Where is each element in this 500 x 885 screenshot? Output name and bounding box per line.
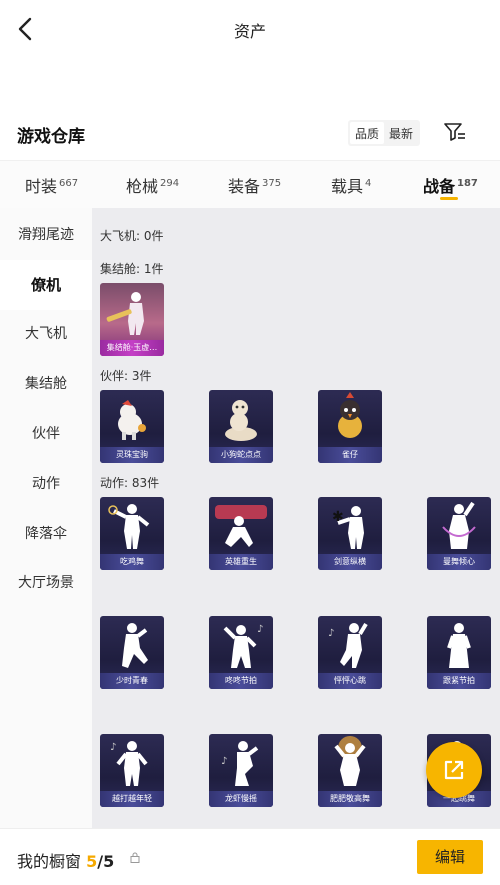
tab-vehicles[interactable]: 载具 4 bbox=[331, 173, 371, 197]
item-card[interactable]: ✱ 剑意纵横 bbox=[318, 497, 382, 570]
tab-label: 枪械 bbox=[126, 177, 159, 196]
item-card[interactable]: ♪ 咚咚节拍 bbox=[209, 616, 273, 689]
svg-text:♪: ♪ bbox=[110, 742, 116, 753]
dancer-figure-icon: ✱ bbox=[332, 506, 364, 549]
section-title-partner: 伙伴: 3件 bbox=[100, 369, 152, 383]
tab-count: 667 bbox=[59, 178, 79, 189]
item-card[interactable]: 集结舱·玉虚… bbox=[100, 283, 164, 356]
item-card[interactable]: 跟紧节拍 bbox=[427, 616, 491, 689]
item-card-label: 肥肥敬高舞 bbox=[318, 791, 382, 807]
svg-text:♪: ♪ bbox=[257, 624, 263, 635]
dancer-figure-icon: ♪ bbox=[223, 624, 263, 668]
svg-text:♪: ♪ bbox=[328, 628, 334, 639]
item-card[interactable]: 雀仔 bbox=[318, 390, 382, 463]
showcase-label: 我的橱窗 5/5 bbox=[17, 848, 114, 872]
sidebar-item-partner[interactable]: 伙伴 bbox=[0, 409, 92, 459]
sidebar-item-big-plane[interactable]: 大飞机 bbox=[0, 309, 92, 359]
tab-count: 375 bbox=[262, 178, 282, 189]
sidebar-item-capsule[interactable]: 集结舱 bbox=[0, 359, 92, 409]
category-tabs: 时装 667 枪械 294 装备 375 载具 4 战备 187 bbox=[0, 160, 500, 208]
sidebar-item-wingman[interactable]: 僚机 bbox=[0, 260, 92, 310]
share-fab-button[interactable] bbox=[426, 742, 482, 798]
dancer-figure-icon bbox=[442, 501, 476, 549]
showcase-count-current: 5 bbox=[86, 852, 98, 871]
dancer-figure-icon: ♪ bbox=[328, 622, 368, 668]
sidebar-item-lobby-scene[interactable]: 大厅场景 bbox=[0, 558, 92, 608]
dancer-figure-icon bbox=[108, 504, 150, 549]
warehouse-header: 游戏仓库 品质 最新 bbox=[0, 118, 500, 152]
item-card-label: 越打越年轻 bbox=[100, 791, 164, 807]
item-card-label: 灵珠宝驹 bbox=[100, 447, 164, 463]
item-card-label: 吃鸡舞 bbox=[100, 554, 164, 570]
item-card[interactable]: ♪ 龙虾慢摇 bbox=[209, 734, 273, 807]
item-grid-panel: 大飞机: 0件 集结舱: 1件 集结舱·玉虚… 伙伴: 3件 灵珠宝驹 小狗蛇点… bbox=[92, 208, 500, 828]
item-card[interactable]: 灵珠宝驹 bbox=[100, 390, 164, 463]
warehouse-title: 游戏仓库 bbox=[17, 127, 85, 147]
tab-combat-gear[interactable]: 战备 187 bbox=[423, 173, 478, 197]
dancer-figure-icon bbox=[215, 505, 267, 547]
dancer-figure-icon bbox=[334, 736, 366, 786]
item-card-label: 雀仔 bbox=[318, 447, 382, 463]
item-card-label: 少时青春 bbox=[100, 673, 164, 689]
dancer-figure-icon: ♪ bbox=[221, 741, 259, 786]
item-card-label: 集结舱·玉虚… bbox=[100, 340, 164, 356]
item-card-label: 曼舞倾心 bbox=[427, 554, 491, 570]
svg-text:✱: ✱ bbox=[332, 509, 344, 525]
tab-count: 294 bbox=[160, 178, 180, 189]
tab-weapons[interactable]: 枪械 294 bbox=[126, 173, 179, 197]
item-card[interactable]: 曼舞倾心 bbox=[427, 497, 491, 570]
bird-partner-icon bbox=[338, 392, 362, 438]
item-card-label: 咚咚节拍 bbox=[209, 673, 273, 689]
item-card-label: 龙虾慢摇 bbox=[209, 791, 273, 807]
dancer-figure-icon bbox=[122, 623, 148, 668]
horse-partner-icon bbox=[118, 400, 146, 440]
tab-label: 战备 bbox=[423, 177, 456, 196]
dancer-figure-icon: ♪ bbox=[110, 741, 148, 786]
lock-icon bbox=[130, 852, 140, 863]
item-card[interactable]: 英雄重生 bbox=[209, 497, 273, 570]
sidebar-item-glide-trail[interactable]: 滑翔尾迹 bbox=[0, 210, 92, 260]
showcase-count-total: 5 bbox=[103, 852, 115, 871]
page-title: 资产 bbox=[233, 22, 266, 41]
item-card[interactable]: 吃鸡舞 bbox=[100, 497, 164, 570]
dancer-figure-icon bbox=[447, 623, 471, 668]
section-title-plane: 大飞机: 0件 bbox=[100, 229, 164, 243]
tab-fashion[interactable]: 时装 667 bbox=[25, 173, 78, 197]
section-title-capsule: 集结舱: 1件 bbox=[100, 262, 164, 276]
showcase-title: 我的橱窗 bbox=[17, 852, 82, 871]
svg-text:♪: ♪ bbox=[221, 756, 227, 767]
tab-equipment[interactable]: 装备 375 bbox=[228, 173, 281, 197]
sub-category-sidebar: 滑翔尾迹 僚机 大飞机 集结舱 伙伴 动作 降落伞 大厅场景 bbox=[0, 208, 92, 828]
tab-label: 时装 bbox=[25, 177, 58, 196]
item-card[interactable]: ♪ 怦怦心跳 bbox=[318, 616, 382, 689]
capsule-figure-icon bbox=[106, 292, 144, 335]
item-card-label: 小狗蛇点点 bbox=[209, 447, 273, 463]
tab-label: 载具 bbox=[331, 177, 364, 196]
active-tab-indicator bbox=[440, 197, 458, 200]
item-card[interactable]: 小狗蛇点点 bbox=[209, 390, 273, 463]
sidebar-item-parachute[interactable]: 降落伞 bbox=[0, 509, 92, 559]
sort-latest-button[interactable]: 最新 bbox=[384, 122, 418, 144]
item-card[interactable]: ♪ 越打越年轻 bbox=[100, 734, 164, 807]
showcase-bar: 我的橱窗 5/5 编辑 bbox=[0, 828, 500, 885]
item-card-label: 英雄重生 bbox=[209, 554, 273, 570]
edit-button[interactable]: 编辑 bbox=[417, 840, 483, 874]
section-title-emote: 动作: 83件 bbox=[100, 476, 160, 490]
tab-label: 装备 bbox=[228, 177, 261, 196]
top-bar: 资产 bbox=[0, 0, 500, 58]
share-external-icon bbox=[444, 760, 464, 780]
tab-count: 4 bbox=[365, 178, 372, 189]
item-card-label: 怦怦心跳 bbox=[318, 673, 382, 689]
tab-count: 187 bbox=[457, 178, 478, 189]
item-card-label: 剑意纵横 bbox=[318, 554, 382, 570]
sort-quality-button[interactable]: 品质 bbox=[350, 122, 385, 144]
sidebar-item-emote[interactable]: 动作 bbox=[0, 459, 92, 509]
item-card[interactable]: 少时青春 bbox=[100, 616, 164, 689]
filter-icon[interactable] bbox=[443, 120, 467, 144]
item-card-label: 跟紧节拍 bbox=[427, 673, 491, 689]
item-card[interactable]: 肥肥敬高舞 bbox=[318, 734, 382, 807]
sort-toggle: 品质 最新 bbox=[348, 120, 421, 146]
snake-dog-partner-icon bbox=[225, 400, 257, 441]
